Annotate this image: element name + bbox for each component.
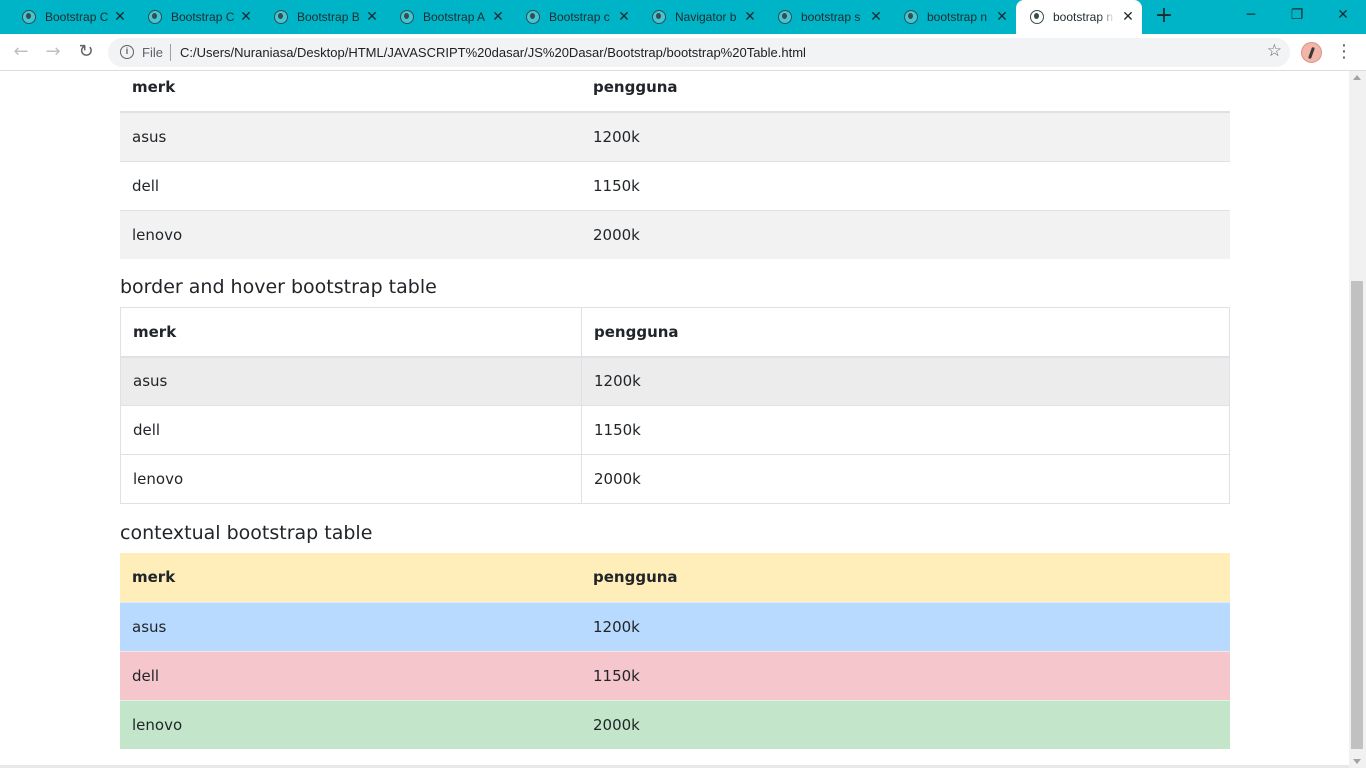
table-row: lenovo 2000k [120, 209, 1230, 259]
vertical-scrollbar[interactable] [1349, 71, 1366, 768]
table-row[interactable]: asus 1200k [120, 356, 1230, 406]
column-header: pengguna [581, 307, 1230, 358]
scroll-up-arrow-icon[interactable] [1353, 75, 1361, 80]
table-cell: 2000k [581, 454, 1230, 504]
back-arrow-icon[interactable]: ← [8, 40, 34, 66]
table-cell: 2000k [581, 699, 1230, 749]
globe-icon [904, 10, 918, 24]
reload-icon[interactable]: ↻ [73, 40, 99, 66]
table-cell: asus [120, 111, 581, 161]
table-cell: lenovo [120, 699, 581, 749]
bookmark-star-icon[interactable]: ☆ [1267, 41, 1282, 61]
table-cell: dell [120, 160, 581, 210]
globe-icon [526, 10, 540, 24]
url-text[interactable]: C:/Users/Nuraniasa/Desktop/HTML/JAVASCRI… [180, 45, 806, 60]
restore-icon[interactable]: ❐ [1274, 0, 1320, 32]
browser-tab[interactable]: Navigator b ✕ [630, 0, 764, 34]
browser-tab[interactable]: Bootstrap C ✕ [126, 0, 260, 34]
column-header: merk [120, 307, 582, 358]
column-header: merk [120, 71, 581, 113]
contextual-table-heading: contextual bootstrap table [120, 522, 373, 544]
table-header-row: merk pengguna [120, 71, 1230, 113]
table-cell: 1200k [581, 601, 1230, 651]
globe-icon [400, 10, 414, 24]
table-cell: 1200k [581, 356, 1230, 406]
table-row: dell 1150k [120, 650, 1230, 700]
table-row: asus 1200k [120, 601, 1230, 651]
table-cell: 2000k [581, 209, 1230, 259]
column-header: pengguna [581, 71, 1230, 113]
globe-icon [778, 10, 792, 24]
browser-tab[interactable]: Bootstrap B ✕ [252, 0, 386, 34]
minimize-icon[interactable]: ─ [1228, 0, 1274, 32]
table-cell: 1150k [581, 405, 1230, 455]
page-viewport: merk pengguna asus 1200k dell 1150k leno… [0, 71, 1349, 768]
globe-icon [1030, 10, 1044, 24]
table-cell: asus [120, 601, 581, 651]
browser-tab[interactable]: Bootstrap A ✕ [378, 0, 512, 34]
table-cell: 1150k [581, 160, 1230, 210]
browser-tab[interactable]: bootstrap s ✕ [756, 0, 890, 34]
column-header: pengguna [593, 568, 678, 587]
table-cell: dell [120, 650, 581, 700]
browser-tab-active[interactable]: bootstrap n ✕ [1016, 0, 1142, 34]
profile-avatar[interactable] [1301, 42, 1322, 63]
table-row[interactable]: lenovo 2000k [120, 454, 1230, 504]
scrollbar-thumb[interactable] [1351, 281, 1363, 749]
scroll-down-arrow-icon[interactable] [1353, 759, 1361, 764]
table-cell: 1150k [581, 650, 1230, 700]
forward-arrow-icon[interactable]: → [40, 40, 66, 66]
address-bar[interactable]: i File C:/Users/Nuraniasa/Desktop/HTML/J… [108, 38, 1290, 67]
table-cell: dell [120, 405, 582, 455]
table-row[interactable]: dell 1150k [120, 405, 1230, 455]
more-menu-icon[interactable]: ⋮ [1334, 40, 1354, 66]
table-header-row: merk pengguna [120, 553, 1230, 602]
new-tab-button[interactable]: + [1152, 5, 1176, 29]
globe-icon [274, 10, 288, 24]
close-tab-icon[interactable]: ✕ [1120, 9, 1136, 25]
bordered-table-heading: border and hover bootstrap table [120, 276, 437, 298]
omnibox-divider [170, 44, 171, 61]
tab-strip: Bootstrap C ✕ Bootstrap C ✕ Bootstrap B … [0, 0, 1366, 34]
close-tab-icon[interactable]: ✕ [994, 9, 1010, 25]
column-header: merk [132, 568, 176, 587]
info-icon[interactable]: i [120, 45, 134, 59]
globe-icon [148, 10, 162, 24]
close-window-icon[interactable]: ✕ [1320, 0, 1366, 32]
globe-icon [22, 10, 36, 24]
globe-icon [652, 10, 666, 24]
table-cell: 1200k [581, 111, 1230, 161]
striped-table: merk pengguna asus 1200k dell 1150k leno… [120, 71, 1230, 259]
table-row: dell 1150k [120, 160, 1230, 210]
table-row: asus 1200k [120, 111, 1230, 161]
table-cell: asus [120, 356, 582, 406]
table-cell: lenovo [120, 209, 581, 259]
tab-title: bootstrap n [1053, 10, 1114, 24]
browser-toolbar: ← → ↻ i File C:/Users/Nuraniasa/Desktop/… [0, 34, 1366, 71]
table-row: lenovo 2000k [120, 699, 1230, 749]
contextual-table: merk pengguna asus 1200k dell 1150k leno… [120, 553, 1230, 749]
table-cell: lenovo [120, 454, 582, 504]
file-label: File [142, 45, 163, 60]
table-header-row: merk pengguna [120, 307, 1230, 358]
browser-tab[interactable]: Bootstrap c ✕ [504, 0, 638, 34]
browser-tab[interactable]: Bootstrap C ✕ [0, 0, 134, 34]
browser-tab[interactable]: bootstrap n ✕ [882, 0, 1016, 34]
bordered-hover-table: merk pengguna asus 1200k dell 1150k leno… [120, 307, 1230, 504]
